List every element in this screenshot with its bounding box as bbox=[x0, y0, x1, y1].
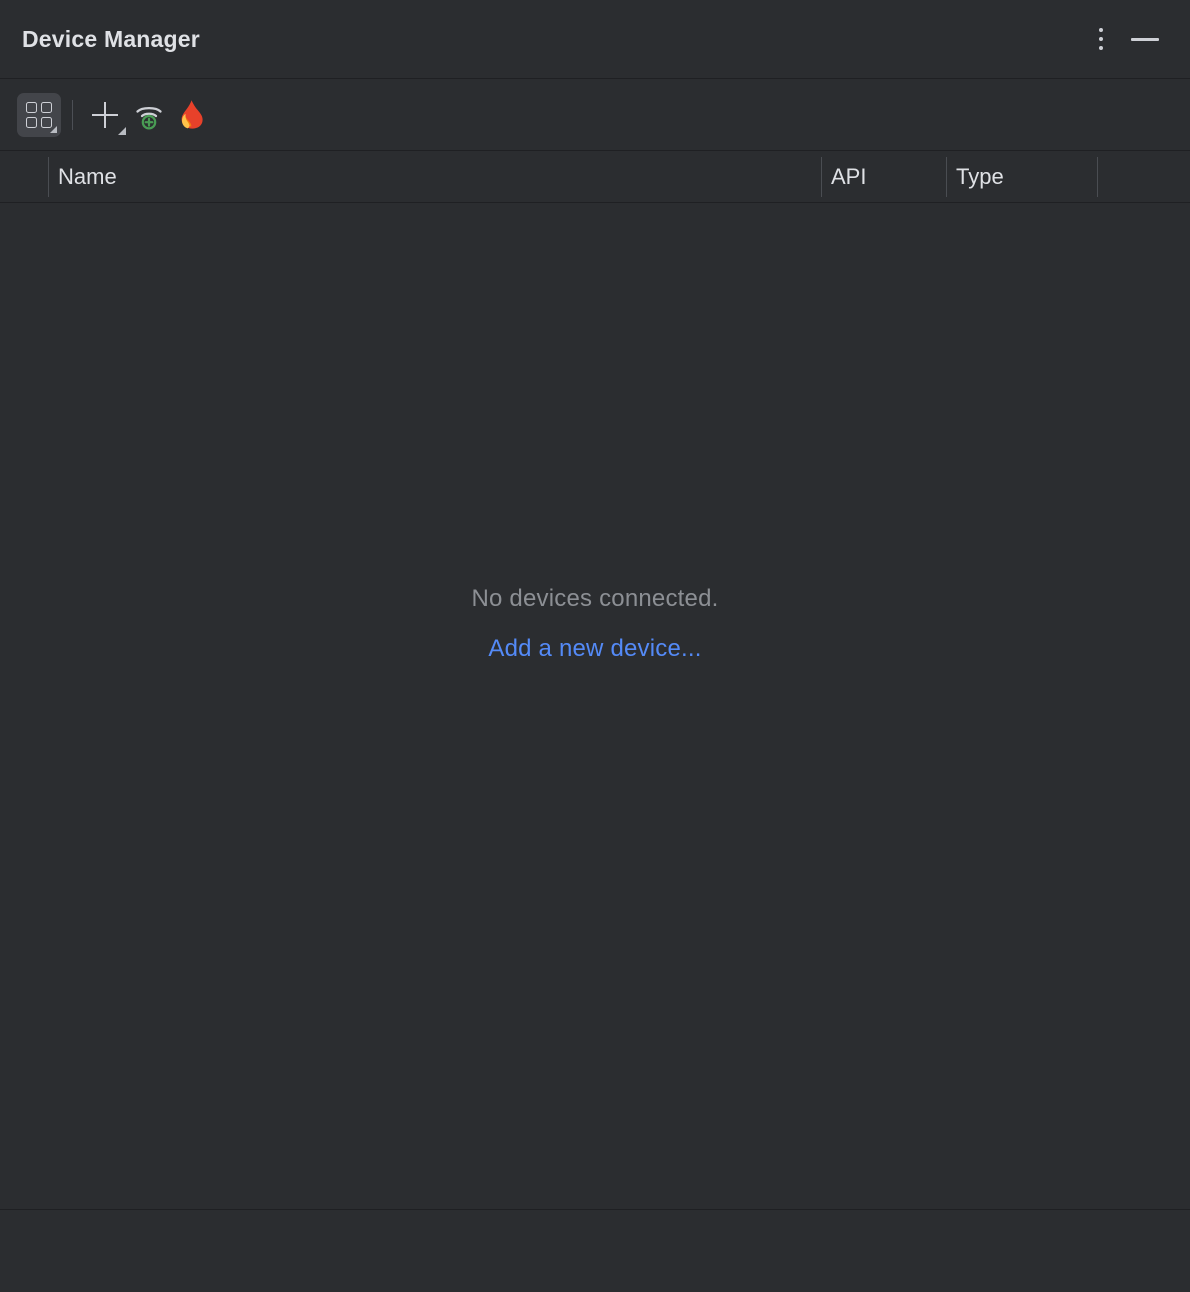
add-new-device-link[interactable]: Add a new device... bbox=[488, 635, 701, 662]
plus-icon bbox=[92, 102, 118, 128]
firebase-flame-icon bbox=[178, 98, 208, 132]
pair-wifi-button[interactable] bbox=[127, 93, 171, 137]
device-list: No devices connected. Add a new device..… bbox=[0, 203, 1190, 1209]
dropdown-corner-icon bbox=[50, 126, 57, 133]
column-header-type-label: Type bbox=[947, 164, 1004, 190]
add-device-button[interactable] bbox=[83, 93, 127, 137]
column-header-status[interactable] bbox=[0, 151, 48, 202]
firebase-button[interactable] bbox=[171, 93, 215, 137]
kebab-menu-icon bbox=[1099, 28, 1103, 50]
column-header-actions[interactable] bbox=[1098, 151, 1190, 202]
column-header-name-label: Name bbox=[49, 164, 117, 190]
toolbar-separator bbox=[72, 100, 73, 130]
grid-icon bbox=[26, 102, 52, 128]
window-controls bbox=[1083, 0, 1190, 78]
column-header-type[interactable]: Type bbox=[947, 151, 1097, 202]
status-bar bbox=[0, 1209, 1190, 1292]
minimize-icon bbox=[1131, 38, 1159, 41]
toolbar bbox=[0, 79, 1190, 151]
column-header-name[interactable]: Name bbox=[49, 151, 821, 202]
column-header-api[interactable]: API bbox=[822, 151, 946, 202]
wifi-pair-icon bbox=[133, 99, 165, 131]
device-manager-window: Device Manager bbox=[0, 0, 1190, 1292]
more-options-button[interactable] bbox=[1083, 19, 1119, 59]
column-header-api-label: API bbox=[822, 164, 866, 190]
title-bar: Device Manager bbox=[0, 0, 1190, 79]
dropdown-corner-icon bbox=[118, 127, 126, 135]
empty-state: No devices connected. Add a new device..… bbox=[0, 585, 1190, 663]
device-view-grid-button[interactable] bbox=[17, 93, 61, 137]
table-header-row: Name API Type bbox=[0, 151, 1190, 203]
empty-state-message: No devices connected. bbox=[0, 585, 1190, 613]
page-title: Device Manager bbox=[22, 26, 200, 53]
minimize-button[interactable] bbox=[1123, 19, 1167, 59]
